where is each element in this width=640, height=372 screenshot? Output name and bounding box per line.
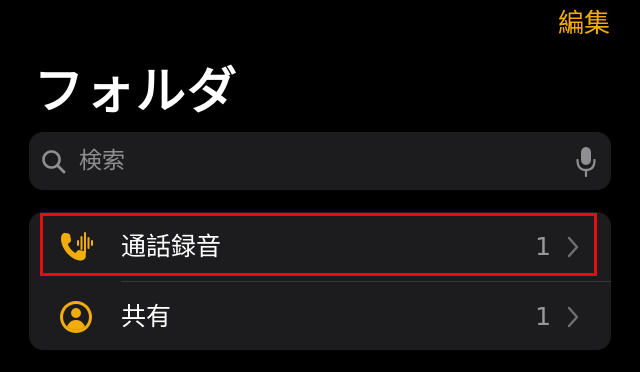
phone-waveform-icon xyxy=(61,232,93,261)
folder-row-shared[interactable]: 共有 1 xyxy=(29,282,611,350)
search-input[interactable] xyxy=(79,132,579,190)
folder-row-call-recordings[interactable]: 通話録音 1 xyxy=(29,212,611,282)
folder-count: 1 xyxy=(535,232,551,261)
folder-label: 通話録音 xyxy=(121,232,222,261)
folder-label: 共有 xyxy=(121,302,172,331)
folder-count: 1 xyxy=(535,302,551,331)
folder-list: 通話録音 1 共有 1 xyxy=(29,212,611,350)
search-icon xyxy=(42,150,66,174)
page-title: フォルダ xyxy=(34,62,238,120)
person-circle-icon xyxy=(60,301,92,333)
chevron-right-icon xyxy=(567,306,579,328)
edit-button[interactable]: 編集 xyxy=(558,6,610,42)
chevron-right-icon xyxy=(567,236,579,258)
folders-screen: 編集 フォルダ 通話録音 1 xyxy=(0,0,640,372)
microphone-icon[interactable] xyxy=(575,146,597,178)
search-bar[interactable] xyxy=(29,132,611,190)
